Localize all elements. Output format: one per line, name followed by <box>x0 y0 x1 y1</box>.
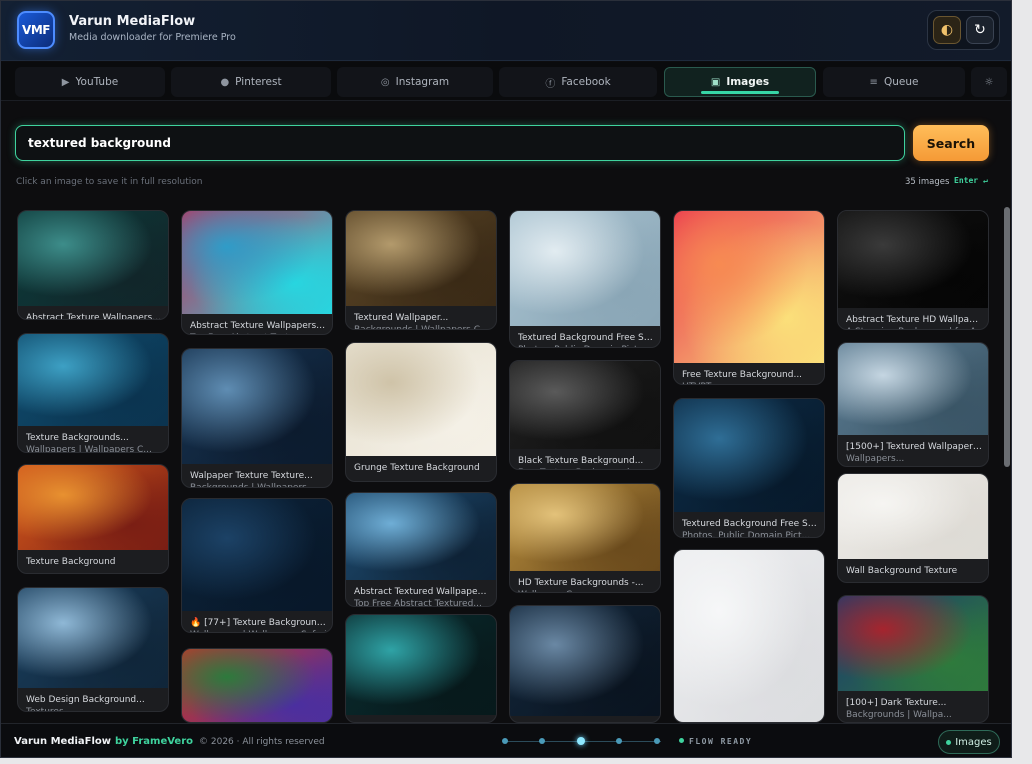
image-card[interactable]: [1500+] Textured Wallpapers |... Wallpape… <box>837 342 989 467</box>
image-source: Top Free Abstract Texture... <box>190 332 326 334</box>
image-card[interactable]: Black Texture Background...Free Texture … <box>509 360 661 470</box>
image-thumbnail <box>346 343 496 456</box>
image-source: Wallpapers | Wallpapers Safari... <box>190 629 326 632</box>
image-source: Backgrounds | Wallpapers... <box>190 483 316 488</box>
image-thumbnail <box>674 550 824 722</box>
image-title: Abstract Texture Wallpapers -... <box>26 313 162 320</box>
image-source: Backgrounds | Wallpa... <box>846 710 952 720</box>
image-thumbnail <box>18 334 168 426</box>
image-source: Wallpaper Cave <box>518 589 654 592</box>
image-source: Photos, Public Domain Pict... <box>682 531 811 538</box>
image-card[interactable]: Texture Background <box>17 464 169 574</box>
image-title: Grunge Texture Background <box>354 463 480 473</box>
image-card[interactable]: 🔥 [77+] Texture Backgrounds...Wallpapers… <box>181 498 333 633</box>
image-thumbnail <box>182 499 332 611</box>
image-thumbnail <box>18 465 168 550</box>
image-thumbnail <box>182 211 332 314</box>
image-source: Backgrounds | Wallpapers C... <box>354 325 489 330</box>
image-card[interactable]: Grunge Texture Background <box>345 342 497 482</box>
footer-brand: Varun MediaFlow <box>14 736 112 747</box>
image-card[interactable]: Abstract Textured Wallpapers ... Top Free… <box>345 492 497 607</box>
image-card[interactable]: Wall Background Texture <box>837 473 989 583</box>
progress-dot <box>539 738 545 744</box>
grid-scrollbar[interactable] <box>1004 207 1010 467</box>
progress-dot <box>502 738 508 744</box>
image-thumbnail <box>510 361 660 449</box>
image-title: Texture Background <box>26 557 116 567</box>
image-thumbnail <box>182 649 332 722</box>
image-grid: Abstract Texture Wallpapers -... Top Free… <box>1 1 1001 723</box>
image-card[interactable]: Texture Backgrounds... Wallpapers | Wallp… <box>17 333 169 453</box>
image-card[interactable]: Walpaper Texture Texture... Backgrounds |… <box>181 348 333 488</box>
image-thumbnail <box>18 588 168 688</box>
mode-badge[interactable]: Images <box>938 730 1000 754</box>
image-thumbnail <box>182 349 332 464</box>
image-card[interactable]: Abstract Texture Wallpapers -...Top Free… <box>181 210 333 335</box>
image-thumbnail <box>510 606 660 716</box>
footer-copyright: © 2026 · All rights reserved <box>199 737 325 747</box>
image-card[interactable]: [100+] Dark Texture... Backgrounds | Wall… <box>837 595 989 723</box>
image-card[interactable] <box>509 605 661 723</box>
progress-dot <box>616 738 622 744</box>
image-card[interactable]: Textured Background Free Sto...Photos, P… <box>673 398 825 538</box>
image-card[interactable]: Free Texture Background...HTVPT <box>673 210 825 385</box>
image-thumbnail <box>346 211 496 306</box>
image-thumbnail <box>674 399 824 512</box>
mode-badge-label: Images <box>955 736 992 748</box>
image-source: Textures... <box>26 707 73 712</box>
image-card[interactable]: HD Texture Backgrounds -...Wallpaper Cav… <box>509 483 661 593</box>
image-source: Free Texture Background... <box>518 467 654 469</box>
image-card[interactable]: Texture Backgrounds... <box>345 614 497 723</box>
image-source: Top Free Abstract Textured... <box>354 599 482 607</box>
image-thumbnail <box>346 493 496 580</box>
image-card[interactable]: Abstract Texture Wallpapers -...Top Free… <box>17 210 169 320</box>
image-source: Wallpapers... <box>846 454 905 464</box>
progress-dot-active <box>577 737 585 745</box>
image-thumbnail <box>838 474 988 559</box>
image-thumbnail <box>510 211 660 326</box>
footer-by: by FrameVero <box>115 736 194 747</box>
app-window: VMF Varun MediaFlow Media downloader for… <box>0 0 1012 758</box>
image-thumbnail <box>18 211 168 306</box>
image-thumbnail <box>838 211 988 308</box>
image-source: Wallpapers | Wallpapers C... <box>26 445 152 453</box>
image-thumbnail <box>510 484 660 571</box>
app-footer: Varun MediaFlow by FrameVero © 2026 · Al… <box>1 723 1011 757</box>
progress-dot <box>654 738 660 744</box>
image-card[interactable]: Abstract Texture HD Wallpape...A Stunnin… <box>837 210 989 330</box>
image-thumbnail <box>838 343 988 435</box>
image-source: HTVPT <box>682 381 818 384</box>
image-title: Wall Background Texture <box>846 566 958 576</box>
image-thumbnail <box>838 596 988 691</box>
image-card[interactable] <box>673 549 825 723</box>
image-card[interactable]: Textured Wallpaper... Backgrounds | Wallp… <box>345 210 497 330</box>
image-source: Photos, Public Domain Pict... <box>518 344 654 347</box>
image-source: A Stunning Background for A... <box>846 326 982 329</box>
image-thumbnail <box>346 615 496 715</box>
image-card[interactable]: Textured Background Free Sto...Photos, P… <box>509 210 661 348</box>
image-thumbnail <box>674 211 824 363</box>
status-text: FLOW READY <box>679 737 752 746</box>
image-card[interactable] <box>181 648 333 723</box>
image-card[interactable]: Web Design Background... Textures... <box>17 587 169 712</box>
